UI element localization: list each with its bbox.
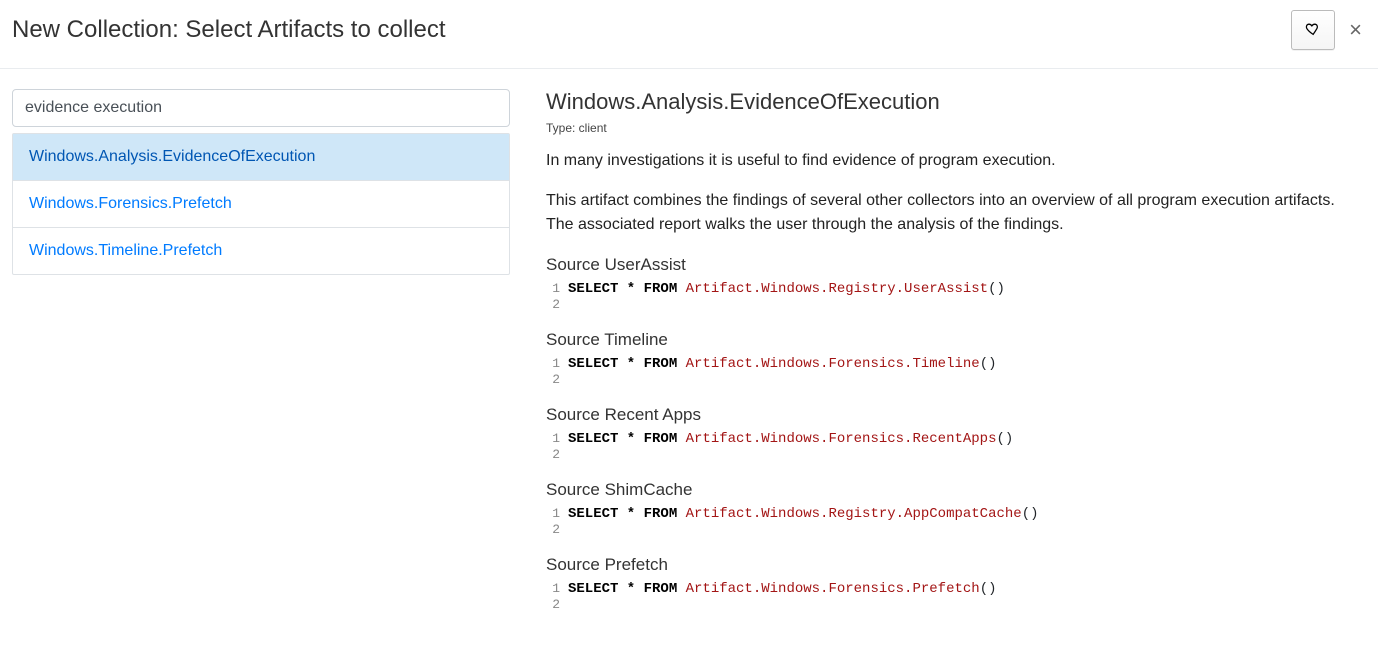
desc-paragraph: In many investigations it is useful to f… <box>546 149 1354 173</box>
source-title: Source Prefetch <box>546 555 1354 575</box>
artifact-description: In many investigations it is useful to f… <box>546 149 1354 237</box>
code-block: 1SELECT * FROM Artifact.Windows.Forensic… <box>546 356 1354 387</box>
line-number: 1 <box>546 506 568 522</box>
source-title: Source Recent Apps <box>546 405 1354 425</box>
line-number: 1 <box>546 281 568 297</box>
sources-container: Source UserAssist1SELECT * FROM Artifact… <box>546 255 1354 612</box>
close-icon: × <box>1349 17 1362 42</box>
line-number: 2 <box>546 297 568 312</box>
code-block: 1SELECT * FROM Artifact.Windows.Registry… <box>546 506 1354 537</box>
line-number: 2 <box>546 522 568 537</box>
artifact-item[interactable]: Windows.Analysis.EvidenceOfExecution <box>13 134 509 181</box>
close-button[interactable]: × <box>1345 17 1366 43</box>
code-line: SELECT * FROM Artifact.Windows.Registry.… <box>568 506 1039 522</box>
line-number: 1 <box>546 431 568 447</box>
code-line: SELECT * FROM Artifact.Windows.Registry.… <box>568 281 1005 297</box>
desc-paragraph: This artifact combines the findings of s… <box>546 189 1354 237</box>
favorite-button[interactable] <box>1291 10 1335 50</box>
line-number: 2 <box>546 447 568 462</box>
code-block: 1SELECT * FROM Artifact.Windows.Forensic… <box>546 431 1354 462</box>
main-content: Windows.Analysis.EvidenceOfExecutionWind… <box>0 69 1378 612</box>
code-block: 1SELECT * FROM Artifact.Windows.Forensic… <box>546 581 1354 612</box>
artifact-item[interactable]: Windows.Forensics.Prefetch <box>13 181 509 228</box>
line-number: 2 <box>546 372 568 387</box>
dialog-header: New Collection: Select Artifacts to coll… <box>0 0 1378 69</box>
source-block: Source UserAssist 1SELECT * FROM Artifact… <box>546 255 1354 312</box>
code-block: 1SELECT * FROM Artifact.Windows.Registry… <box>546 281 1354 312</box>
source-block: Source Timeline 1SELECT * FROM Artifact.W… <box>546 330 1354 387</box>
page-title: New Collection: Select Artifacts to coll… <box>12 16 446 44</box>
source-title: Source UserAssist <box>546 255 1354 275</box>
artifact-type: Type: client <box>546 121 1354 135</box>
header-actions: × <box>1291 10 1366 50</box>
line-number: 1 <box>546 581 568 597</box>
heart-icon <box>1304 21 1322 39</box>
source-block: Source Prefetch 1SELECT * FROM Artifact.W… <box>546 555 1354 612</box>
artifact-list: Windows.Analysis.EvidenceOfExecutionWind… <box>12 133 510 275</box>
line-number: 1 <box>546 356 568 372</box>
code-line: SELECT * FROM Artifact.Windows.Forensics… <box>568 356 997 372</box>
search-input[interactable] <box>12 89 510 127</box>
artifact-item[interactable]: Windows.Timeline.Prefetch <box>13 228 509 274</box>
detail-panel: Windows.Analysis.EvidenceOfExecution Typ… <box>546 89 1366 612</box>
source-title: Source Timeline <box>546 330 1354 350</box>
artifact-title: Windows.Analysis.EvidenceOfExecution <box>546 89 1354 115</box>
source-title: Source ShimCache <box>546 480 1354 500</box>
code-line: SELECT * FROM Artifact.Windows.Forensics… <box>568 581 997 597</box>
left-panel: Windows.Analysis.EvidenceOfExecutionWind… <box>12 89 510 612</box>
source-block: Source Recent Apps 1SELECT * FROM Artifac… <box>546 405 1354 462</box>
code-line: SELECT * FROM Artifact.Windows.Forensics… <box>568 431 1013 447</box>
line-number: 2 <box>546 597 568 612</box>
source-block: Source ShimCache 1SELECT * FROM Artifact.… <box>546 480 1354 537</box>
